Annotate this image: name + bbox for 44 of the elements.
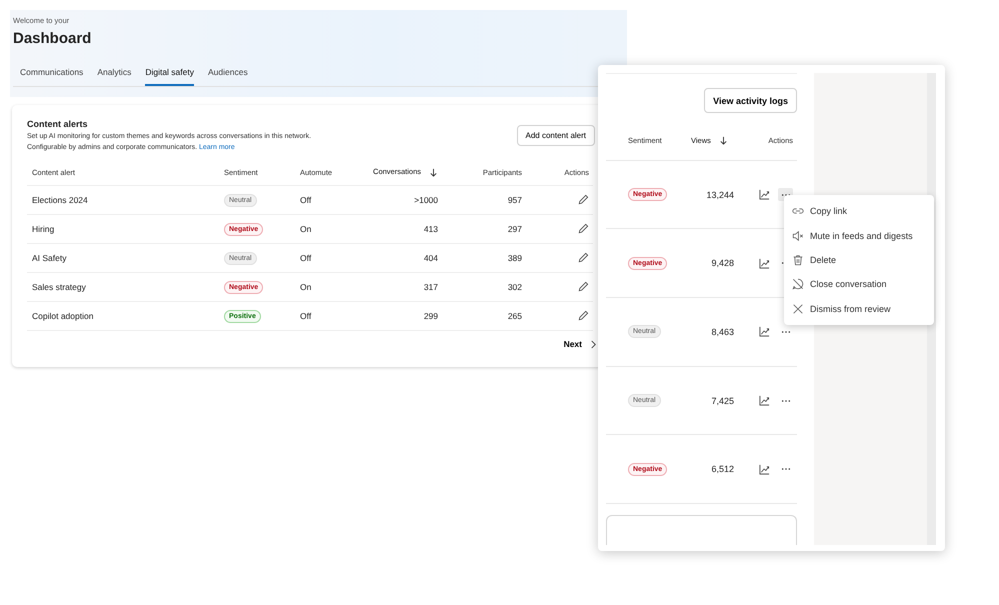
table-cell: 13,244 xyxy=(706,190,734,200)
table-cell: 297 xyxy=(508,224,522,234)
table-cell: Copilot adoption xyxy=(32,311,94,321)
table-cell: 8,463 xyxy=(711,326,734,337)
table-cell: 317 xyxy=(424,282,438,292)
tab[interactable]: Audiences xyxy=(208,67,248,86)
table-cell: 9,428 xyxy=(711,258,734,268)
tab[interactable]: Communications xyxy=(20,67,84,86)
menu-item-label: Dismiss from review xyxy=(810,304,891,314)
table-cell: Sales strategy xyxy=(32,282,86,292)
menu-item-label: Copy link xyxy=(810,206,848,216)
table-cell: >1000 xyxy=(414,195,438,205)
section-title: Content alerts xyxy=(27,119,89,129)
table-cell: 413 xyxy=(424,224,438,234)
menu-item[interactable]: Delete xyxy=(784,248,934,272)
table-cell: 404 xyxy=(424,253,438,263)
table-cell: 6,512 xyxy=(711,464,734,474)
menu-item[interactable]: Copy link xyxy=(784,199,934,224)
table-cell: Off xyxy=(300,253,312,263)
table-cell: On xyxy=(300,282,312,292)
table-cell: Hiring xyxy=(32,224,54,234)
table-cell: 7,425 xyxy=(711,396,734,406)
add-content-alert-button[interactable]: Add content alert xyxy=(516,125,595,146)
menu-item-label: Delete xyxy=(810,254,836,265)
page-title: Dashboard xyxy=(13,30,92,47)
menu-item[interactable]: Mute in feeds and digests xyxy=(784,223,934,248)
menu-item-label: Close conversation xyxy=(810,279,887,290)
table-cell: Off xyxy=(300,195,312,205)
table-cell: Elections 2024 xyxy=(32,195,88,205)
table-cell: 389 xyxy=(508,253,522,263)
table-cell: 957 xyxy=(508,195,522,205)
menu-item[interactable]: Dismiss from review xyxy=(784,296,934,321)
next-button[interactable]: Next xyxy=(564,339,582,349)
menu-item-label: Mute in feeds and digests xyxy=(810,230,913,241)
table-cell: Off xyxy=(300,311,312,321)
table-cell: 302 xyxy=(508,282,522,292)
table-cell: On xyxy=(300,224,312,234)
table-cell: 299 xyxy=(424,311,438,321)
table-cell: AI Safety xyxy=(32,253,66,263)
tab[interactable]: Digital safety xyxy=(145,67,194,86)
menu-item[interactable]: Close conversation xyxy=(784,272,934,297)
view-activity-logs-button[interactable]: View activity logs xyxy=(704,88,797,114)
tab[interactable]: Analytics xyxy=(97,67,132,86)
table-cell: 265 xyxy=(508,311,522,321)
